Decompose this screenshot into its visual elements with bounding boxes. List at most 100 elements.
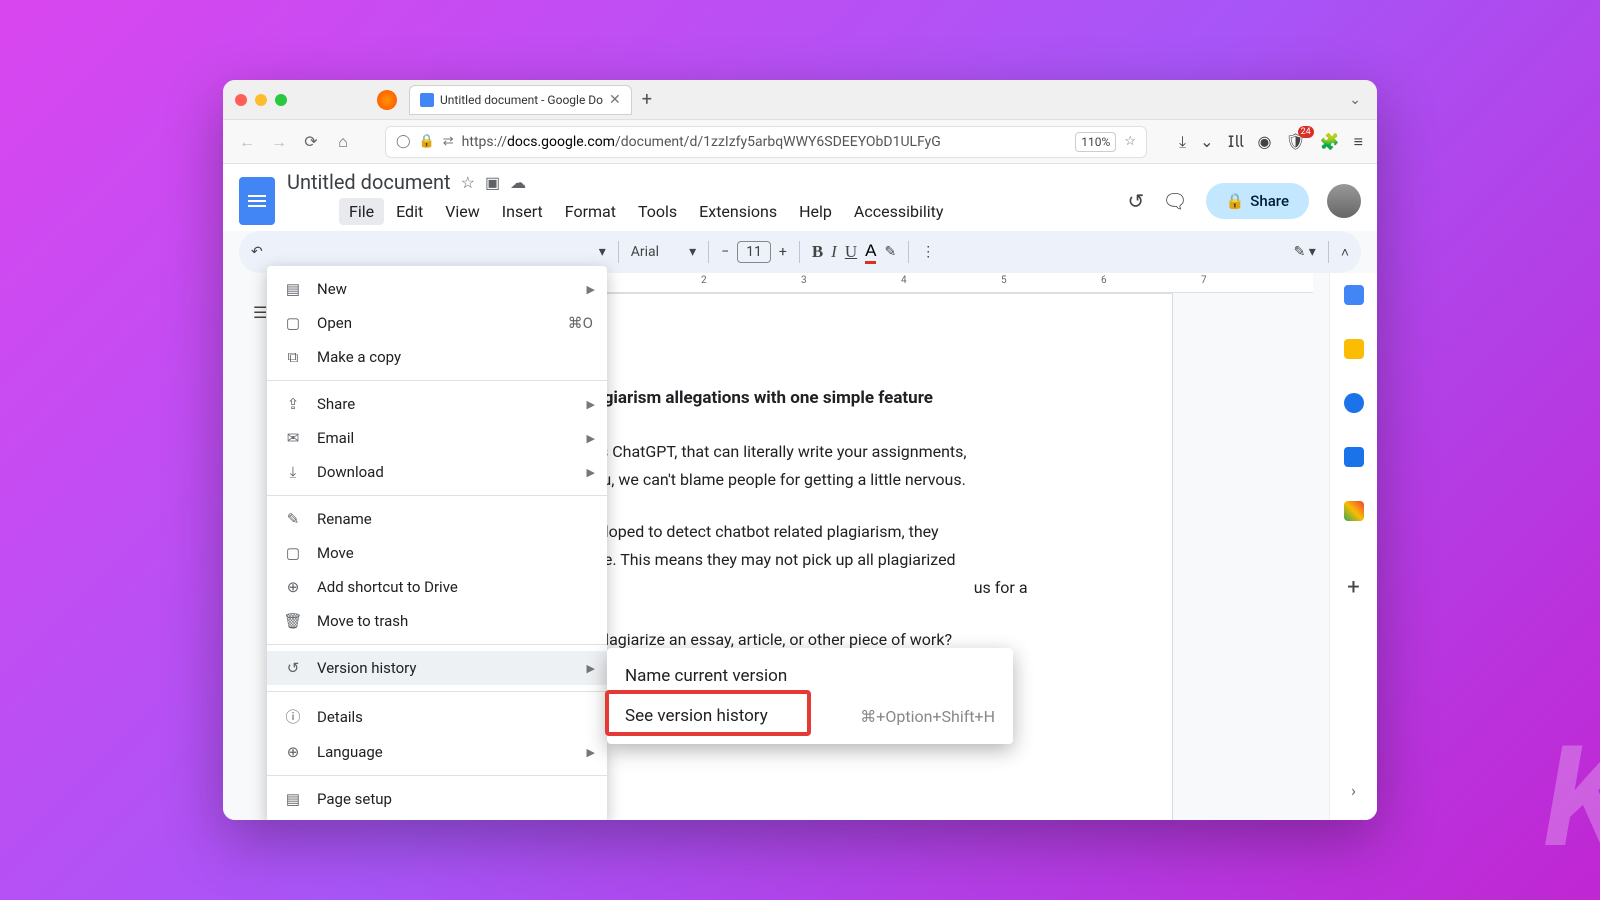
menu-extensions[interactable]: Extensions <box>689 198 787 225</box>
extensions-icon[interactable]: 🧩 <box>1320 132 1340 151</box>
bold-button[interactable]: B <box>812 242 823 262</box>
docs-logo-icon[interactable] <box>239 177 275 225</box>
comments-icon[interactable]: 🗨 <box>1162 189 1187 213</box>
font-select[interactable]: Arial▾ <box>631 244 696 260</box>
menu-icon[interactable]: ≡ <box>1354 132 1363 152</box>
menu-help[interactable]: Help <box>789 198 842 225</box>
lock-icon: 🔒 <box>419 134 435 149</box>
submenu-name-current-version[interactable]: Name current version <box>607 656 1013 696</box>
shortcut-icon: ⊕ <box>283 578 303 596</box>
info-icon: ⓘ <box>283 706 303 727</box>
download-icon[interactable]: ⤓ <box>1179 132 1186 152</box>
text-color-button[interactable]: A <box>865 241 876 264</box>
url-text: https://docs.google.com/document/d/1zzIz… <box>462 134 1068 150</box>
menu-item-open[interactable]: ▢Open⌘O <box>267 306 607 340</box>
document-icon: ▤ <box>283 280 303 298</box>
menu-edit[interactable]: Edit <box>386 198 433 225</box>
reload-button[interactable]: ⟳ <box>301 132 321 151</box>
close-tab-icon[interactable]: ✕ <box>609 92 621 108</box>
menu-item-language[interactable]: ⊕Language▶ <box>267 735 607 769</box>
user-avatar[interactable] <box>1327 184 1361 218</box>
email-icon: ✉ <box>283 429 303 447</box>
account-icon[interactable]: ◉ <box>1257 132 1271 151</box>
calendar-icon[interactable] <box>1344 285 1364 305</box>
menu-item-move[interactable]: ▢Move <box>267 536 607 570</box>
home-button[interactable]: ⌂ <box>333 132 353 152</box>
font-size-input[interactable]: 11 <box>737 241 771 263</box>
menu-insert[interactable]: Insert <box>492 198 553 225</box>
more-formatting-icon[interactable]: ⋮ <box>921 244 935 260</box>
menu-item-add-shortcut[interactable]: ⊕Add shortcut to Drive <box>267 570 607 604</box>
menu-item-new[interactable]: ▤New▶ <box>267 272 607 306</box>
new-tab-button[interactable]: + <box>642 89 652 110</box>
cloud-saved-icon[interactable]: ☁ <box>510 173 526 192</box>
menu-file[interactable]: File <box>339 198 384 225</box>
rename-icon: ✎ <box>283 510 303 528</box>
contacts-icon[interactable] <box>1344 447 1364 467</box>
editing-mode-button[interactable]: ✎ ▾ <box>1294 244 1316 260</box>
maximize-window[interactable] <box>275 94 287 106</box>
menu-item-details[interactable]: ⓘDetails <box>267 698 607 735</box>
share-button[interactable]: 🔒 Share <box>1206 183 1309 219</box>
maps-icon[interactable] <box>1344 501 1364 521</box>
browser-tab[interactable]: Untitled document - Google Do ✕ <box>409 85 632 115</box>
history-icon: ↺ <box>283 659 303 677</box>
close-window[interactable] <box>235 94 247 106</box>
move-icon: ▢ <box>283 544 303 562</box>
menu-item-rename[interactable]: ✎Rename <box>267 502 607 536</box>
hide-sidepanel-icon[interactable]: › <box>1351 781 1356 800</box>
underline-button[interactable]: U <box>845 242 857 262</box>
toolbar-extensions: ⤓ ⌄ 𝖨𝗅𝗅 ◉ 🛡 🧩 ≡ <box>1179 132 1363 152</box>
italic-button[interactable]: I <box>831 242 837 262</box>
outline-toggle-icon[interactable]: ☰ <box>253 303 267 322</box>
keep-icon[interactable] <box>1344 339 1364 359</box>
menu-format[interactable]: Format <box>555 198 626 225</box>
tabs-overflow-icon[interactable]: ⌄ <box>1349 92 1361 108</box>
permissions-icon: ⇄ <box>443 134 454 149</box>
library-icon[interactable]: 𝖨𝗅𝗅 <box>1227 132 1243 151</box>
menu-bar: File Edit View Insert Format Tools Exten… <box>287 194 953 231</box>
menu-item-page-setup[interactable]: ▤Page setup <box>267 782 607 816</box>
menu-tools[interactable]: Tools <box>628 198 687 225</box>
add-addon-icon[interactable]: + <box>1347 575 1359 600</box>
history-icon[interactable]: ↺ <box>1127 189 1144 213</box>
back-button[interactable]: ← <box>237 132 257 152</box>
collapse-toolbar-icon[interactable]: ˄ <box>1341 244 1349 261</box>
menu-view[interactable]: View <box>435 198 490 225</box>
submenu-see-version-history[interactable]: See version history⌘+Option+Shift+H <box>607 696 1013 736</box>
globe-icon: ⊕ <box>283 743 303 761</box>
menu-accessibility[interactable]: Accessibility <box>844 198 954 225</box>
menu-item-trash[interactable]: 🗑Move to trash <box>267 604 607 638</box>
star-icon[interactable]: ☆ <box>461 173 475 192</box>
tasks-icon[interactable] <box>1344 393 1364 413</box>
menu-item-email[interactable]: ✉Email▶ <box>267 421 607 455</box>
version-history-submenu: Name current version See version history… <box>607 648 1013 744</box>
move-icon[interactable]: ▣ <box>485 173 500 192</box>
pocket-icon[interactable]: ⌄ <box>1200 132 1213 151</box>
zoom-level[interactable]: 110% <box>1075 132 1116 152</box>
ublock-icon[interactable]: 🛡 <box>1285 132 1305 151</box>
menu-item-download[interactable]: ⤓Download▶ <box>267 455 607 489</box>
file-dropdown-menu: ▤New▶ ▢Open⌘O ⧉Make a copy ⇪Share▶ ✉Emai… <box>267 266 607 820</box>
tab-title: Untitled document - Google Do <box>440 93 603 107</box>
highlight-button[interactable]: ✎ <box>884 244 896 260</box>
undo-button[interactable]: ↶ <box>251 244 263 260</box>
docs-favicon <box>420 93 434 107</box>
firefox-icon <box>377 90 397 110</box>
side-panel: + › <box>1329 273 1377 820</box>
style-dropdown-icon[interactable]: ▾ <box>599 244 606 260</box>
minimize-window[interactable] <box>255 94 267 106</box>
font-dec[interactable]: − <box>721 244 729 260</box>
browser-window: Untitled document - Google Do ✕ + ⌄ ← → … <box>223 80 1377 820</box>
font-inc[interactable]: + <box>779 244 787 260</box>
address-bar: ← → ⟳ ⌂ ◯ 🔒 ⇄ https://docs.google.com/do… <box>223 120 1377 164</box>
share-icon: ⇪ <box>283 395 303 413</box>
menu-item-share[interactable]: ⇪Share▶ <box>267 387 607 421</box>
url-field[interactable]: ◯ 🔒 ⇄ https://docs.google.com/document/d… <box>385 126 1147 158</box>
menu-item-version-history[interactable]: ↺Version history▶ <box>267 651 607 685</box>
forward-button[interactable]: → <box>269 132 289 152</box>
document-title[interactable]: Untitled document <box>287 170 451 194</box>
menu-item-make-copy[interactable]: ⧉Make a copy <box>267 340 607 374</box>
trash-icon: 🗑 <box>283 612 303 630</box>
bookmark-star-icon[interactable]: ☆ <box>1124 134 1136 149</box>
